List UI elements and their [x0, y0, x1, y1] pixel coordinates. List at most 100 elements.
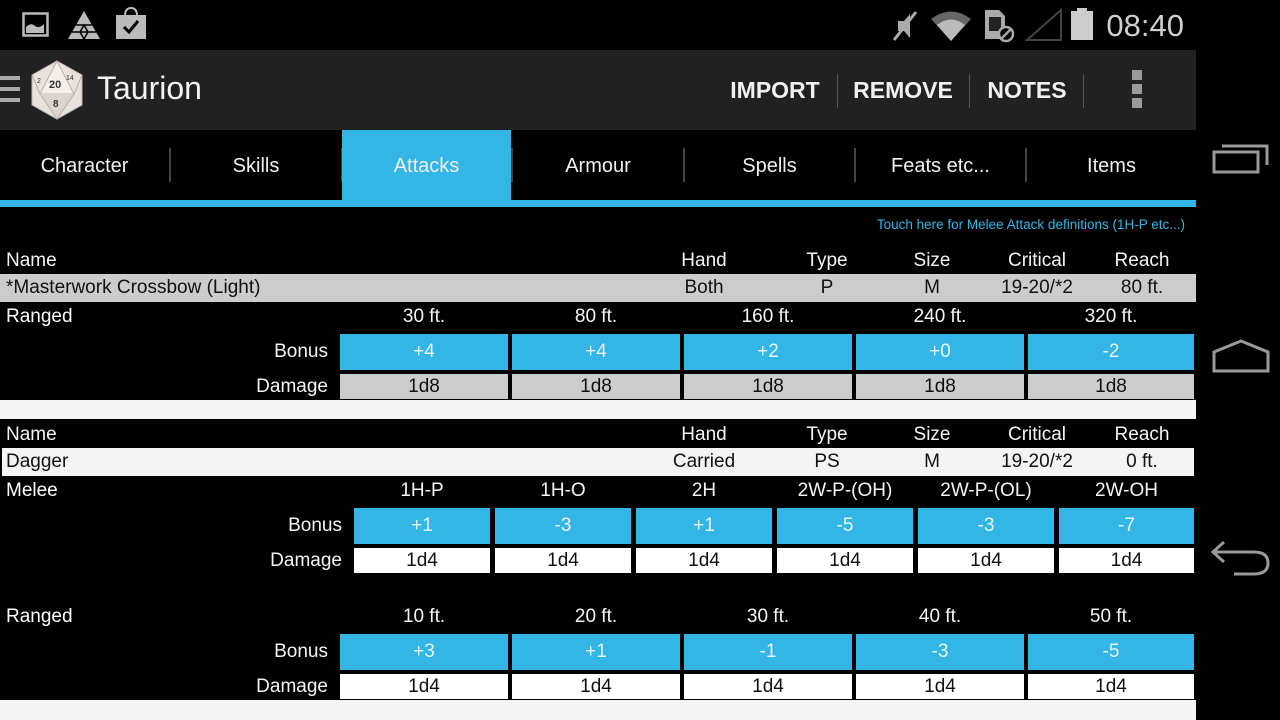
- tab-skills[interactable]: Skills: [171, 130, 341, 200]
- damage-cell[interactable]: 1d4: [340, 674, 508, 699]
- weapon-type: PS: [814, 451, 840, 472]
- attack-bonus-cell[interactable]: +1: [354, 508, 490, 544]
- attack-bonus-cell[interactable]: -3: [495, 508, 631, 544]
- melee-label: Melee: [6, 480, 58, 501]
- range-header: 40 ft.: [918, 606, 962, 627]
- recent-apps-icon[interactable]: [1212, 143, 1270, 175]
- remove-button[interactable]: REMOVE: [845, 50, 961, 130]
- weapon-critical: 19-20/*2: [1001, 451, 1073, 472]
- attack-bonus-cell[interactable]: -2: [1028, 334, 1194, 370]
- range-header: 320 ft.: [1084, 306, 1138, 327]
- mute-icon: [892, 11, 918, 41]
- weapon-reach: 0 ft.: [1126, 451, 1158, 472]
- damage-cell[interactable]: 1d8: [1028, 374, 1194, 399]
- notes-button[interactable]: NOTES: [978, 50, 1076, 130]
- battery-icon: [1071, 8, 1093, 40]
- damage-cell[interactable]: 1d4: [684, 674, 852, 699]
- col-hand-header: Hand: [681, 250, 727, 271]
- image-icon: [22, 12, 49, 37]
- damage-cell[interactable]: 1d4: [777, 548, 913, 573]
- attack-mode-header: 2H: [691, 480, 717, 501]
- attack-mode-header: 2W-P-(OH): [797, 480, 893, 501]
- triangles-app-icon: [68, 11, 100, 40]
- sd-card-blocked-icon: [985, 10, 1015, 43]
- weapon-row[interactable]: *Masterwork Crossbow (Light) Both P M 19…: [0, 274, 1196, 302]
- tab-armour[interactable]: Armour: [513, 130, 683, 200]
- damage-cell[interactable]: 1d4: [856, 674, 1024, 699]
- range-header: 240 ft.: [913, 306, 967, 327]
- attack-bonus-cell[interactable]: +4: [340, 334, 508, 370]
- attack-bonus-cell[interactable]: +0: [856, 334, 1024, 370]
- range-header: 30 ft.: [402, 306, 446, 327]
- range-header: 30 ft.: [746, 606, 790, 627]
- col-critical-header: Critical: [1007, 424, 1067, 445]
- status-bar: 08:40: [0, 0, 1280, 50]
- weapon-row[interactable]: Dagger Carried PS M 19-20/*2 0 ft.: [2, 448, 1194, 476]
- damage-cell[interactable]: 1d4: [354, 548, 490, 573]
- damage-cell[interactable]: 1d4: [495, 548, 631, 573]
- signal-empty-icon: [1025, 8, 1062, 41]
- range-header: 10 ft.: [402, 606, 446, 627]
- action-divider: [969, 74, 970, 108]
- svg-text:20: 20: [49, 79, 61, 91]
- tab-feats[interactable]: Feats etc...: [856, 130, 1025, 200]
- damage-label: Damage: [256, 376, 328, 397]
- damage-cell[interactable]: 1d4: [1059, 548, 1194, 573]
- col-type-header: Type: [806, 250, 848, 271]
- weapon-size: M: [924, 277, 940, 298]
- attack-bonus-cell[interactable]: -5: [1028, 634, 1194, 670]
- col-name-header: Name: [6, 250, 57, 271]
- attack-bonus-cell[interactable]: +3: [340, 634, 508, 670]
- tab-attacks[interactable]: Attacks: [342, 130, 511, 200]
- damage-cell[interactable]: 1d4: [512, 674, 680, 699]
- col-hand-header: Hand: [681, 424, 727, 445]
- damage-cell[interactable]: 1d8: [856, 374, 1024, 399]
- tab-character[interactable]: Character: [0, 130, 169, 200]
- home-icon[interactable]: [1212, 338, 1270, 374]
- damage-cell[interactable]: 1d4: [1028, 674, 1194, 699]
- tab-bar: Character Skills Attacks Armour Spells F…: [0, 130, 1196, 200]
- attack-bonus-cell[interactable]: +4: [512, 334, 680, 370]
- overflow-menu-icon[interactable]: [1132, 70, 1146, 110]
- col-name-header: Name: [6, 424, 57, 445]
- damage-cell[interactable]: 1d8: [512, 374, 680, 399]
- range-header: 80 ft.: [574, 306, 618, 327]
- attack-bonus-cell[interactable]: -3: [856, 634, 1024, 670]
- damage-cell[interactable]: 1d4: [636, 548, 772, 573]
- attack-bonus-cell[interactable]: -3: [918, 508, 1054, 544]
- weapon-name: *Masterwork Crossbow (Light): [6, 277, 261, 298]
- svg-text:8: 8: [53, 99, 59, 110]
- weapon-type: P: [820, 277, 834, 298]
- attack-bonus-cell[interactable]: -7: [1059, 508, 1194, 544]
- attack-bonus-cell[interactable]: +1: [512, 634, 680, 670]
- attack-mode-header: 2W-OH: [1095, 480, 1158, 501]
- col-type-header: Type: [806, 424, 848, 445]
- attack-bonus-cell[interactable]: +1: [636, 508, 772, 544]
- d20-dice-icon[interactable]: 20 8 2 14: [30, 60, 84, 120]
- back-icon[interactable]: [1210, 538, 1272, 578]
- attack-bonus-cell[interactable]: -5: [777, 508, 913, 544]
- drawer-menu-icon[interactable]: [0, 76, 20, 104]
- attack-bonus-cell[interactable]: -1: [684, 634, 852, 670]
- system-nav-bar: [1196, 50, 1280, 720]
- damage-cell[interactable]: 1d8: [684, 374, 852, 399]
- tab-spells[interactable]: Spells: [685, 130, 854, 200]
- col-reach-header: Reach: [1114, 424, 1170, 445]
- attacks-content[interactable]: Touch here for Melee Attack definitions …: [0, 207, 1196, 720]
- damage-cell[interactable]: 1d8: [340, 374, 508, 399]
- ranged-label: Ranged: [6, 306, 73, 327]
- tab-items[interactable]: Items: [1027, 130, 1196, 200]
- character-name-title: Taurion: [97, 70, 202, 106]
- weapon-critical: 19-20/*2: [1001, 277, 1073, 298]
- import-button[interactable]: IMPORT: [720, 50, 830, 130]
- weapon-hand: Both: [684, 277, 724, 298]
- melee-definitions-link[interactable]: Touch here for Melee Attack definitions …: [877, 217, 1185, 232]
- col-critical-header: Critical: [1007, 250, 1067, 271]
- status-time: 08:40: [1106, 8, 1184, 43]
- weapon-hand: Carried: [672, 451, 736, 472]
- attack-mode-header: 1H-O: [540, 480, 586, 501]
- attack-bonus-cell[interactable]: +2: [684, 334, 852, 370]
- damage-cell[interactable]: 1d4: [918, 548, 1054, 573]
- range-header: 50 ft.: [1089, 606, 1133, 627]
- shopping-bag-check-icon: [116, 6, 146, 39]
